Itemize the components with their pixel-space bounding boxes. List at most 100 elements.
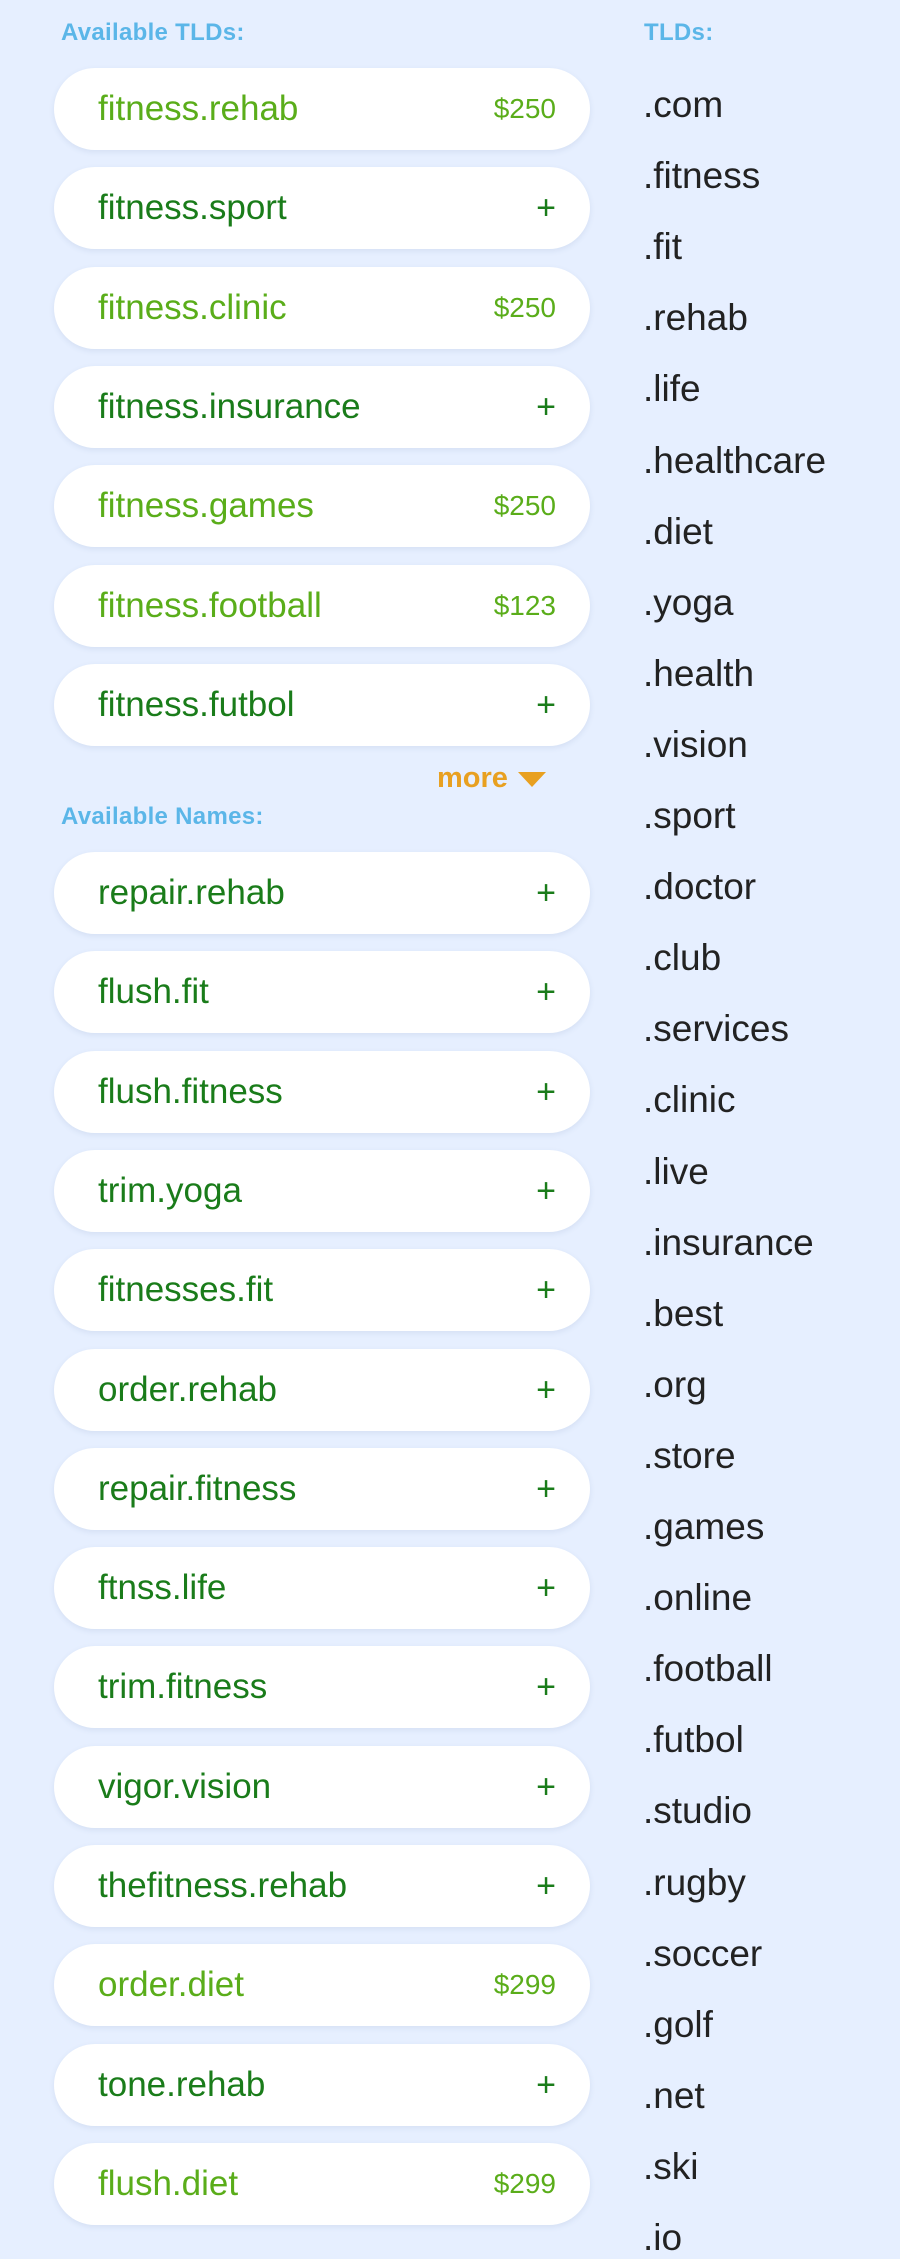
domain-name: vigor.vision	[98, 1766, 272, 1806]
domain-name: flush.fitness	[98, 1071, 283, 1111]
tld-item[interactable]: .rehab	[643, 297, 748, 339]
tld-item[interactable]: .futbol	[643, 1719, 744, 1761]
domain-card[interactable]: fitness.football $123	[54, 564, 590, 647]
domain-card[interactable]: ftnss.life +	[54, 1547, 590, 1630]
price-badge: $123	[493, 589, 556, 621]
tld-item[interactable]: .football	[643, 1648, 773, 1690]
tld-item[interactable]: .best	[643, 1293, 723, 1335]
tld-list-label: TLDs:	[644, 19, 714, 46]
domain-card[interactable]: thefitness.rehab +	[54, 1845, 590, 1927]
plus-icon[interactable]: +	[536, 1051, 556, 1133]
domain-name: fitness.clinic	[98, 287, 287, 327]
tld-item[interactable]: .life	[643, 368, 701, 410]
plus-icon[interactable]: +	[536, 167, 556, 249]
plus-icon[interactable]: +	[536, 1150, 556, 1232]
domain-name: repair.rehab	[98, 873, 285, 912]
domain-card[interactable]: trim.yoga +	[54, 1149, 590, 1232]
tld-item[interactable]: .fitness	[643, 155, 760, 197]
tld-item[interactable]: .insurance	[643, 1222, 814, 1264]
price-badge: $250	[493, 490, 556, 522]
domain-name: fitness.futbol	[98, 684, 295, 724]
domain-card[interactable]: fitnesses.fit +	[54, 1249, 590, 1332]
domain-card[interactable]: fitness.clinic $250	[54, 266, 590, 349]
plus-icon[interactable]: +	[536, 1547, 556, 1629]
plus-icon[interactable]: +	[536, 1746, 556, 1828]
tld-item[interactable]: .fit	[643, 226, 682, 268]
plus-icon[interactable]: +	[536, 2044, 556, 2126]
tld-item[interactable]: .rugby	[643, 1862, 746, 1904]
domain-name: order.diet	[98, 1965, 244, 2005]
tld-item[interactable]: .club	[643, 937, 721, 979]
price-badge: $250	[493, 93, 556, 124]
domain-card[interactable]: order.diet $299	[54, 1944, 590, 2027]
domain-card[interactable]: fitness.futbol +	[54, 663, 590, 746]
tld-item[interactable]: .sport	[643, 795, 736, 837]
domain-name: ftnss.life	[98, 1568, 227, 1608]
more-button[interactable]: more	[437, 760, 546, 796]
domain-card[interactable]: fitness.insurance +	[54, 365, 590, 448]
price-badge: $299	[493, 2167, 556, 2199]
domain-card[interactable]: fitness.games $250	[54, 465, 590, 548]
domain-card[interactable]: trim.fitness +	[54, 1646, 590, 1729]
domain-name: thefitness.rehab	[98, 1866, 348, 1905]
tld-item[interactable]: .store	[643, 1435, 736, 1477]
domain-name: fitness.sport	[98, 188, 287, 228]
tld-item[interactable]: .net	[643, 2075, 705, 2117]
domain-name: trim.yoga	[98, 1170, 242, 1210]
plus-icon[interactable]: +	[536, 366, 556, 448]
tld-item[interactable]: .org	[643, 1364, 707, 1406]
tld-item[interactable]: .online	[643, 1577, 752, 1619]
tld-item[interactable]: .healthcare	[643, 440, 826, 482]
domain-name: fitness.games	[98, 486, 314, 526]
tld-item[interactable]: .golf	[643, 2004, 713, 2046]
tld-item[interactable]: .soccer	[643, 1933, 762, 1975]
plus-icon[interactable]: +	[536, 1845, 556, 1927]
plus-icon[interactable]: +	[536, 951, 556, 1033]
domain-name: fitnesses.fit	[98, 1270, 274, 1310]
plus-icon[interactable]: +	[536, 1349, 556, 1431]
plus-icon[interactable]: +	[536, 1249, 556, 1331]
domain-card[interactable]: tone.rehab +	[54, 2043, 590, 2126]
domain-card[interactable]: repair.fitness +	[54, 1447, 590, 1530]
domain-card[interactable]: order.rehab +	[54, 1348, 590, 1431]
tld-item[interactable]: .yoga	[643, 582, 734, 624]
tld-item[interactable]: .io	[643, 2217, 682, 2259]
plus-icon[interactable]: +	[536, 664, 556, 746]
domain-card[interactable]: vigor.vision +	[54, 1745, 590, 1828]
domain-card[interactable]: fitness.sport +	[54, 167, 590, 250]
domain-name: fitness.insurance	[98, 386, 361, 426]
domain-card[interactable]: flush.fitness +	[54, 1050, 590, 1133]
tld-item[interactable]: .doctor	[643, 866, 756, 908]
tld-item[interactable]: .clinic	[643, 1079, 736, 1121]
tld-item[interactable]: .studio	[643, 1790, 752, 1832]
domain-card[interactable]: flush.fit +	[54, 951, 590, 1034]
price-badge: $250	[493, 291, 556, 323]
tld-item[interactable]: .diet	[643, 511, 713, 553]
domain-card[interactable]: flush.diet $299	[54, 2142, 590, 2225]
domain-name: flush.diet	[98, 2163, 239, 2203]
domain-name: tone.rehab	[98, 2064, 266, 2104]
tld-item[interactable]: .vision	[643, 724, 748, 766]
domain-name: order.rehab	[98, 1369, 278, 1409]
plus-icon[interactable]: +	[536, 1448, 556, 1530]
tld-item[interactable]: .health	[643, 653, 754, 695]
tld-item[interactable]: .services	[643, 1008, 789, 1050]
domain-name: flush.fit	[98, 972, 209, 1012]
more-label: more	[437, 762, 508, 794]
tld-item[interactable]: .live	[643, 1151, 709, 1193]
domain-card[interactable]: repair.rehab +	[54, 852, 590, 934]
domain-name: repair.fitness	[98, 1468, 297, 1508]
tlds-section-label: Available TLDs:	[61, 19, 245, 46]
plus-icon[interactable]: +	[536, 852, 556, 934]
domain-name: fitness.rehab	[98, 89, 299, 128]
names-section-label: Available Names:	[61, 803, 264, 830]
domain-card[interactable]: fitness.rehab $250	[54, 68, 590, 150]
domain-name: fitness.football	[98, 585, 322, 625]
tld-item[interactable]: .com	[643, 84, 723, 126]
tld-item[interactable]: .games	[643, 1506, 764, 1548]
price-badge: $299	[493, 1969, 556, 2001]
tld-item[interactable]: .ski	[643, 2146, 699, 2188]
domain-name: trim.fitness	[98, 1667, 268, 1707]
triangle-down-icon	[517, 771, 546, 787]
plus-icon[interactable]: +	[536, 1646, 556, 1728]
